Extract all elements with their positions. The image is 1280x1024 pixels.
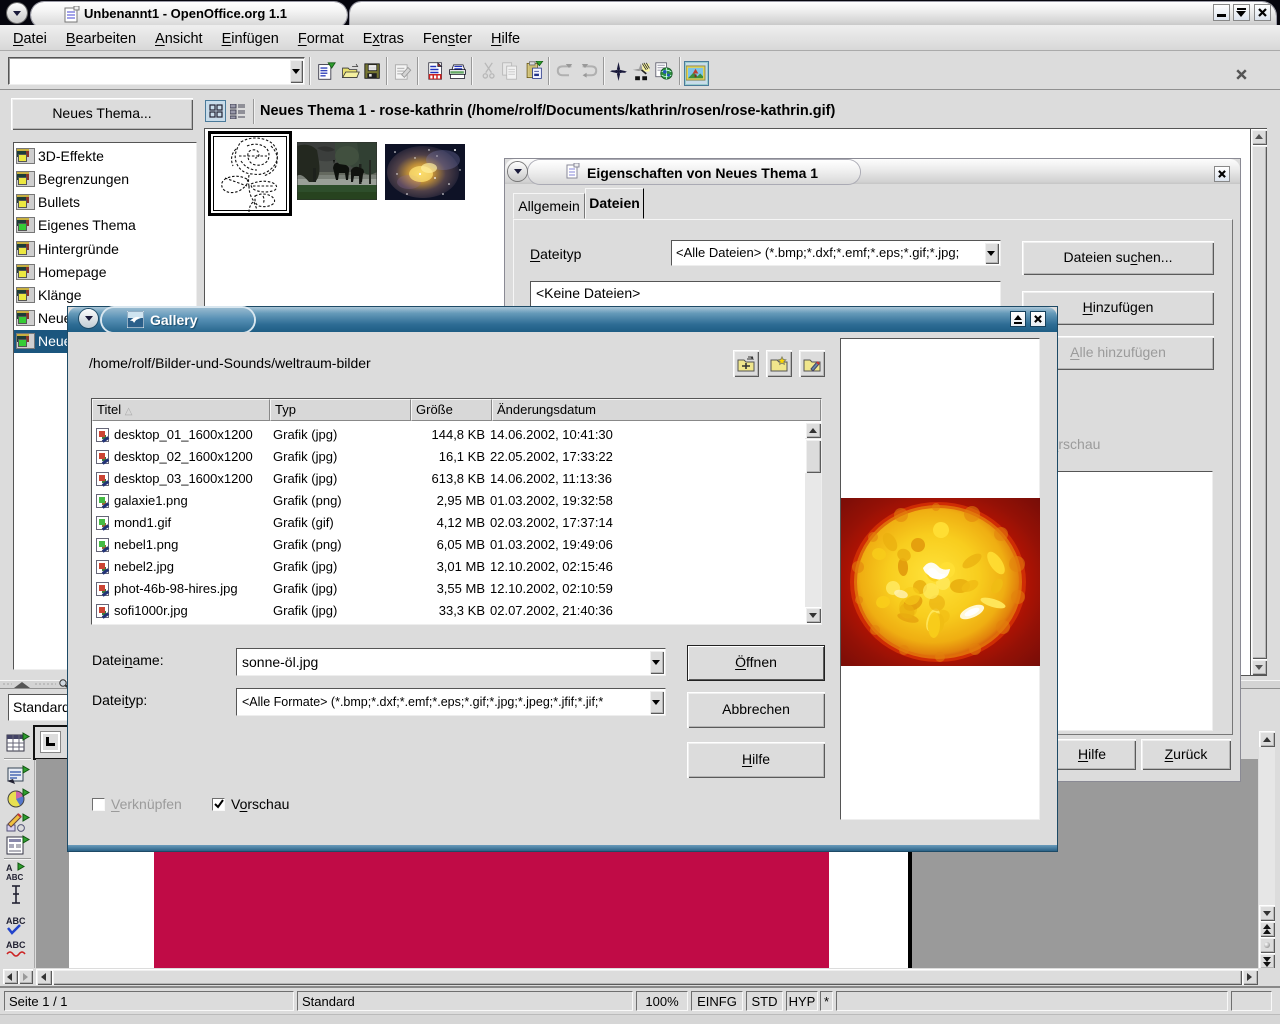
svg-text:ABC: ABC [6,916,26,926]
svg-text:ABC: ABC [6,873,24,882]
svg-text:A: A [6,863,13,873]
svg-text:ABC: ABC [6,940,26,950]
